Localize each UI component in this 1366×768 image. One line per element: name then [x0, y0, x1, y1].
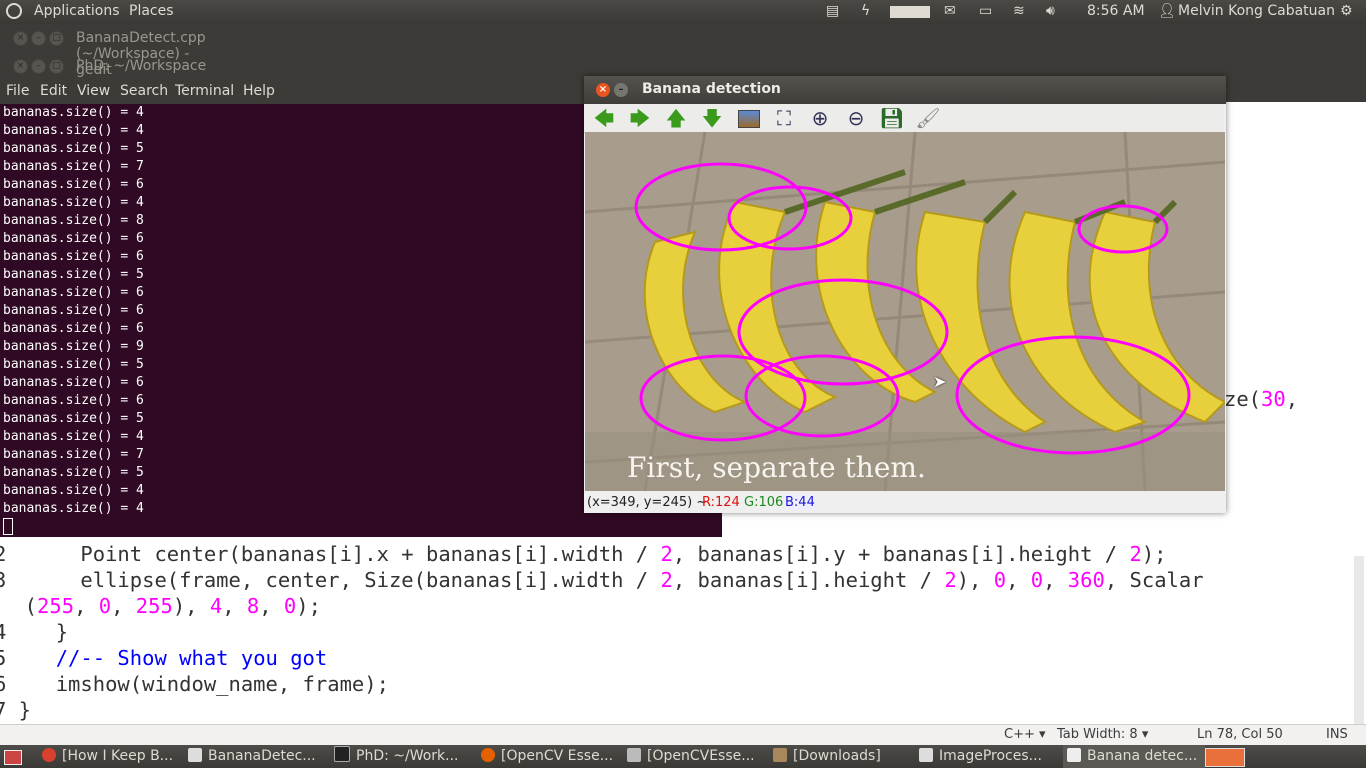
mouse-pointer-icon: ➤: [933, 372, 947, 391]
banana-window-titlebar[interactable]: × – Banana detection: [584, 76, 1226, 104]
user-name[interactable]: Melvin Kong Cabatuan: [1178, 3, 1335, 19]
zoom-out-icon[interactable]: ⊖: [843, 107, 869, 129]
menu-file[interactable]: File: [6, 83, 29, 99]
task-banana-detection[interactable]: Banana detec...: [1063, 745, 1205, 768]
zoom-fit-icon[interactable]: ⛶: [771, 107, 797, 129]
code-line: 7 }: [0, 698, 32, 722]
chrome-icon: [42, 748, 56, 762]
image-toolbar: 🡄 🡆 🡅 🡇 ⛶ ⊕ ⊖ 💾︎ 🖌︎: [584, 104, 1224, 133]
cursor-position: Ln 78, Col 50: [1197, 727, 1283, 742]
arrow-left-icon[interactable]: 🡄: [591, 107, 617, 129]
pixel-status: (x=349, y=245) ~ R:124 G:106 B:44: [584, 494, 1224, 512]
minimize-icon[interactable]: –: [31, 31, 46, 46]
brush-icon[interactable]: 🖌︎: [915, 107, 941, 129]
task-label: [OpenCV Esse...: [501, 748, 614, 764]
menu-edit[interactable]: Edit: [40, 83, 67, 99]
language-select[interactable]: C++ ▾: [1004, 727, 1046, 742]
insert-mode: INS: [1326, 727, 1348, 742]
code-line: 3 ellipse(frame, center, Size(bananas[i]…: [0, 568, 1204, 592]
arrow-down-icon[interactable]: 🡇: [699, 107, 725, 129]
firefox-icon: [481, 748, 495, 762]
banana-detection-window: × – Banana detection 🡄 🡆 🡅 🡇 ⛶ ⊕ ⊖ 💾︎ 🖌︎: [584, 76, 1226, 513]
task-label: PhD: ~/Work...: [356, 748, 459, 764]
code-line: 6 imshow(window_name, frame);: [0, 672, 389, 696]
arrow-up-icon[interactable]: 🡅: [663, 107, 689, 129]
text-editor-icon: [188, 748, 202, 762]
task-file-manager[interactable]: [Downloads]: [773, 745, 913, 768]
document-viewer-icon: [627, 748, 641, 762]
close-icon[interactable]: ×: [13, 59, 28, 74]
status-green: G:106: [744, 495, 784, 510]
workspace-switcher[interactable]: [1205, 748, 1245, 767]
applications-menu[interactable]: Applications: [34, 3, 120, 19]
menu-terminal[interactable]: Terminal: [175, 83, 234, 99]
task-document-viewer[interactable]: [OpenCVEsse...: [627, 745, 767, 768]
status-red: R:124: [702, 495, 740, 510]
minimize-icon[interactable]: –: [614, 83, 628, 97]
text-editor-icon: [919, 748, 933, 762]
places-menu[interactable]: Places: [129, 3, 174, 19]
task-label: Banana detec...: [1087, 748, 1198, 764]
task-label: BananaDetec...: [208, 748, 316, 764]
editor-scrollbar[interactable]: [1354, 556, 1364, 726]
minimize-icon[interactable]: –: [31, 59, 46, 74]
maximize-icon[interactable]: □: [49, 31, 64, 46]
volume-icon[interactable]: 🔊︎: [1046, 3, 1055, 19]
maximize-icon[interactable]: □: [49, 59, 64, 74]
zoom-in-icon[interactable]: ⊕: [807, 107, 833, 129]
terminal-icon: [334, 746, 350, 762]
detection-image[interactable]: First, separate them. ➤: [585, 132, 1225, 491]
window-icon: [1067, 748, 1081, 762]
code-line: 4 }: [0, 620, 69, 644]
menu-view[interactable]: View: [77, 83, 110, 99]
menu-help[interactable]: Help: [243, 83, 275, 99]
battery-icon[interactable]: ▭: [979, 3, 992, 19]
video-caption: First, separate them.: [627, 451, 926, 484]
image-icon[interactable]: [738, 110, 760, 128]
code-line: 2 Point center(bananas[i].x + bananas[i]…: [0, 542, 1167, 566]
close-icon[interactable]: ×: [13, 31, 28, 46]
banana-window-title: Banana detection: [642, 81, 781, 97]
code-partial-line: ze(30,: [1224, 387, 1299, 411]
mail-icon[interactable]: ✉: [944, 3, 956, 19]
close-icon[interactable]: ×: [596, 83, 610, 97]
tab-width-select[interactable]: Tab Width: 8 ▾: [1057, 727, 1148, 742]
ubuntu-logo-icon[interactable]: [6, 3, 22, 19]
status-coords: (x=349, y=245) ~: [587, 495, 708, 510]
folder-icon: [773, 748, 787, 762]
task-gedit[interactable]: BananaDetec...: [188, 745, 328, 768]
taskbar: [How I Keep B... BananaDetec... PhD: ~/W…: [0, 745, 1366, 768]
wifi-icon[interactable]: ≋: [1013, 3, 1025, 19]
task-image-processing[interactable]: ImageProces...: [919, 745, 1059, 768]
top-panel: Applications Places ▤ ϟ ✉ ▭ ≋ 🔊︎ 8:56 AM…: [0, 0, 1366, 24]
show-desktop-icon[interactable]: [4, 750, 22, 765]
editor-statusbar: C++ ▾ Tab Width: 8 ▾ Ln 78, Col 50 INS: [0, 724, 1366, 745]
document-icon[interactable]: ▤: [826, 3, 839, 19]
menu-search[interactable]: Search: [120, 83, 168, 99]
task-label: [OpenCVEsse...: [647, 748, 755, 764]
arrow-right-icon[interactable]: 🡆: [627, 107, 653, 129]
banana-frame: First, separate them.: [585, 132, 1225, 491]
task-label: ImageProces...: [939, 748, 1043, 764]
power-icon[interactable]: ϟ: [861, 3, 870, 19]
task-label: [How I Keep B...: [62, 748, 174, 764]
clock[interactable]: 8:56 AM: [1087, 3, 1145, 19]
cpu-monitor-icon[interactable]: [890, 6, 930, 18]
user-icon[interactable]: 👤︎: [1158, 3, 1176, 19]
code-line: (255, 0, 255), 4, 8, 0);: [0, 594, 321, 618]
gear-icon[interactable]: ⚙: [1340, 3, 1353, 19]
save-icon[interactable]: 💾︎: [879, 107, 905, 129]
terminal-cursor: [3, 518, 13, 535]
task-terminal[interactable]: PhD: ~/Work...: [334, 745, 474, 768]
terminal-title: PhD: ~/Workspace: [76, 58, 207, 74]
task-chrome[interactable]: [How I Keep B...: [42, 745, 182, 768]
code-line: 5 //-- Show what you got: [0, 646, 328, 670]
status-blue: B:44: [785, 495, 815, 510]
task-firefox[interactable]: [OpenCV Esse...: [481, 745, 621, 768]
task-label: [Downloads]: [793, 748, 881, 764]
